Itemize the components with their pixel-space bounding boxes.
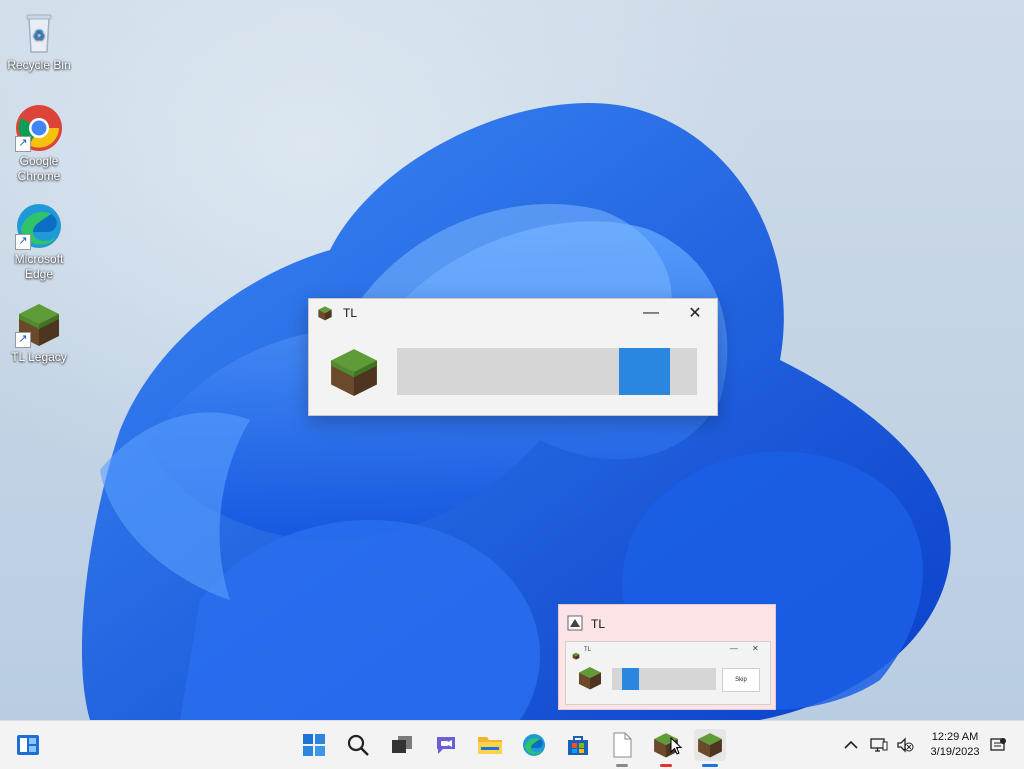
taskbar-task-view-button[interactable] [386,729,418,761]
running-indicator [660,764,672,767]
teams-chat-icon [437,737,455,754]
chrome-icon: ↗ [15,104,63,152]
progress-indicator [619,348,670,395]
shortcut-arrow-icon: ↗ [15,136,31,152]
thumbnail-progress-bar [612,668,716,690]
edge-icon: ↗ [15,202,63,250]
volume-muted-icon [897,737,914,753]
windows-start-icon [303,734,325,756]
window-title: TL [343,306,358,320]
taskbar-window-preview[interactable]: TL TL — ✕ Skip [558,604,776,710]
desktop-icon-label: Recycle Bin [7,58,71,72]
skip-button[interactable]: Skip [722,668,760,692]
grass-block-icon [578,666,602,690]
task-view-icon [392,736,412,753]
taskbar-document-button[interactable] [606,729,638,767]
grass-block-icon [317,305,333,321]
network-icon [870,738,888,752]
desktop-icon-google-chrome[interactable]: ↗ Google Chrome [3,104,75,184]
app-icon [567,615,583,631]
recycle-bin-icon: ♻ [15,8,63,56]
desktop-icon-microsoft-edge[interactable]: ↗ Microsoft Edge [3,202,75,282]
widgets-button[interactable] [12,729,44,761]
grass-block-icon: ↗ [15,300,63,348]
taskbar-edge-button[interactable] [518,729,550,761]
taskbar-search-button[interactable] [342,729,374,761]
folder-icon [478,737,502,754]
thumbnail-title: TL [584,647,592,653]
shortcut-arrow-icon: ↗ [15,332,31,348]
widgets-icon [17,735,39,755]
desktop-icon-tl-legacy[interactable]: ↗ TL Legacy [3,300,75,365]
desktop-icon-label: Google Chrome [17,154,61,183]
desktop-icon-recycle-bin[interactable]: ♻ Recycle Bin [3,8,75,73]
show-hidden-icons-button[interactable] [838,721,864,769]
active-indicator [702,764,718,767]
desktop-icon-label: TL Legacy [11,350,67,364]
store-icon [568,736,588,755]
running-indicator [616,764,628,767]
grass-block-icon [698,733,722,758]
taskbar-clock[interactable]: 12:29 AM 3/19/2023 [918,730,992,760]
chevron-up-icon [844,740,858,749]
progress-indicator [622,668,640,690]
notifications-button[interactable] [986,721,1010,769]
clock-date: 3/19/2023 [930,746,980,758]
close-icon: ✕ [688,305,702,322]
grass-block-icon [329,347,379,397]
desktop-icon-label: Microsoft Edge [14,252,64,281]
taskbar-tl-launcher-active-button[interactable] [694,729,726,767]
minimize-icon: — [643,304,659,321]
loading-progress-bar [397,348,697,395]
taskbar: 12:29 AM 3/19/2023 [0,720,1024,769]
volume-button[interactable] [892,721,918,769]
taskbar-store-button[interactable] [562,729,594,761]
grass-block-icon [572,647,580,660]
taskbar-file-explorer-button[interactable] [474,729,506,761]
network-status-button[interactable] [866,721,892,769]
mouse-cursor-icon [670,737,682,755]
notification-icon [990,738,1006,751]
search-icon [347,734,369,756]
minimize-button[interactable]: — [629,299,673,327]
document-icon [613,732,632,758]
shortcut-arrow-icon: ↗ [15,234,31,250]
minimize-icon: — [730,644,738,653]
window-titlebar[interactable]: TL — ✕ [309,299,717,327]
preview-title: TL [591,617,606,631]
preview-thumbnail[interactable]: TL — ✕ Skip [565,641,771,705]
close-button[interactable]: ✕ [673,299,717,327]
svg-text:♻: ♻ [33,28,46,44]
taskbar-start-button[interactable] [298,729,330,761]
close-icon: ✕ [752,644,759,653]
edge-icon [523,734,545,756]
clock-time: 12:29 AM [931,731,979,743]
tl-launcher-window: TL — ✕ [308,298,718,416]
taskbar-chat-button[interactable] [430,729,462,761]
